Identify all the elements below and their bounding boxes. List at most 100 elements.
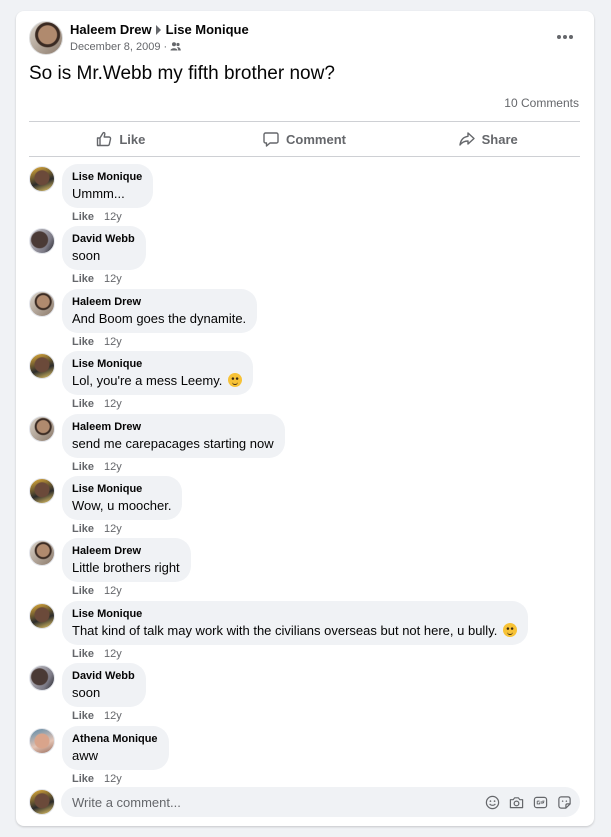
- comment-time[interactable]: 12y: [104, 585, 122, 597]
- comment-author[interactable]: Lise Monique: [72, 608, 517, 621]
- comment-actions: Like 12y: [72, 585, 122, 597]
- comment-time[interactable]: 12y: [104, 710, 122, 722]
- comment-like-button[interactable]: Like: [72, 648, 94, 660]
- comment-text: soon: [72, 248, 101, 263]
- comment-time[interactable]: 12y: [104, 773, 122, 785]
- comment-bubble: David Webb soon: [62, 226, 146, 270]
- comment-item: Haleem Drew send me carepacages starting…: [29, 414, 589, 476]
- comment-actions: Like 12y: [72, 461, 122, 473]
- sticker-icon[interactable]: [556, 794, 572, 810]
- comment-bubble: Lise Monique Ummm...: [62, 164, 154, 208]
- comment-avatar[interactable]: [29, 603, 55, 629]
- smile-emoji-icon: [228, 373, 242, 387]
- comment-bubble: Lise Monique Lol, you're a mess Leemy.: [62, 351, 253, 395]
- thumbs-up-icon: [97, 131, 112, 147]
- comment-like-button[interactable]: Like: [72, 461, 94, 473]
- comment-avatar[interactable]: [29, 353, 55, 379]
- comment-actions: Like 12y: [72, 710, 122, 722]
- comment-like-button[interactable]: Like: [72, 523, 94, 535]
- comment-author[interactable]: Athena Monique: [72, 733, 158, 746]
- post-author[interactable]: Haleem Drew: [70, 22, 152, 37]
- comment-actions: Like 12y: [72, 648, 122, 660]
- comment-text: Little brothers right: [72, 560, 180, 575]
- comment-avatar[interactable]: [29, 665, 55, 691]
- comment-author[interactable]: Haleem Drew: [72, 421, 274, 434]
- comment-like-button[interactable]: Like: [72, 273, 94, 285]
- comment-time[interactable]: 12y: [104, 648, 122, 660]
- comment-bubble: David Webb soon: [62, 663, 146, 707]
- comment-like-button[interactable]: Like: [72, 336, 94, 348]
- author-avatar[interactable]: [29, 21, 63, 55]
- comment-avatar[interactable]: [29, 416, 55, 442]
- gif-icon[interactable]: [532, 794, 548, 810]
- comment-item: Haleem Drew Little brothers right Like 12…: [29, 538, 589, 600]
- meta-separator: ·: [163, 41, 168, 53]
- comment-text: soon: [72, 685, 101, 700]
- share-button[interactable]: Share: [396, 122, 580, 156]
- post-recipient[interactable]: Lise Monique: [166, 22, 249, 37]
- comment-item: Haleem Drew And Boom goes the dynamite. …: [29, 289, 589, 351]
- comment-time[interactable]: 12y: [104, 273, 122, 285]
- comment-author[interactable]: David Webb: [72, 670, 135, 683]
- comment-like-button[interactable]: Like: [72, 398, 94, 410]
- comment-author[interactable]: Lise Monique: [72, 171, 142, 184]
- comment-avatar[interactable]: [29, 228, 55, 254]
- comment-actions: Like 12y: [72, 273, 122, 285]
- comment-time[interactable]: 12y: [104, 398, 122, 410]
- comment-like-button[interactable]: Like: [72, 710, 94, 722]
- comment-like-button[interactable]: Like: [72, 773, 94, 785]
- comment-time[interactable]: 12y: [104, 461, 122, 473]
- comment-like-button[interactable]: Like: [72, 585, 94, 597]
- comment-text: send me carepacages starting now: [72, 436, 274, 451]
- comment-text: aww: [72, 748, 99, 763]
- post-date[interactable]: December 8, 2009: [70, 41, 161, 53]
- comments-count[interactable]: 10 Comments: [504, 96, 579, 110]
- comment-item: Lise Monique Lol, you're a mess Leemy. L…: [29, 351, 589, 413]
- comment-author[interactable]: David Webb: [72, 233, 135, 246]
- comment-text-row: That kind of talk may work with the civi…: [72, 623, 517, 639]
- comment-text-row: Lol, you're a mess Leemy.: [72, 373, 242, 389]
- comment-author[interactable]: Haleem Drew: [72, 296, 246, 309]
- comment-avatar[interactable]: [29, 478, 55, 504]
- comment-composer: [29, 787, 580, 817]
- emoji-icon[interactable]: [484, 794, 500, 810]
- more-options-button[interactable]: [556, 29, 576, 45]
- comment-actions: Like 12y: [72, 211, 122, 223]
- comment-actions: Like 12y: [72, 523, 122, 535]
- comment-avatar[interactable]: [29, 291, 55, 317]
- comment-time[interactable]: 12y: [104, 336, 122, 348]
- comment-time[interactable]: 12y: [104, 211, 122, 223]
- comment-avatar[interactable]: [29, 540, 55, 566]
- post-author-line: Haleem Drew Lise Monique: [70, 22, 249, 37]
- comment-like-button[interactable]: Like: [72, 211, 94, 223]
- comment-icon: [263, 132, 279, 147]
- comment-item: Lise Monique That kind of talk may work …: [29, 601, 589, 663]
- comment-item: David Webb soon Like 12y: [29, 226, 589, 288]
- comment-bubble: Lise Monique Wow, u moocher.: [62, 476, 183, 520]
- comment-bubble: Haleem Drew Little brothers right: [62, 538, 191, 582]
- comment-actions: Like 12y: [72, 398, 122, 410]
- post-action-bar: Like Comment Share: [29, 121, 580, 157]
- comment-avatar[interactable]: [29, 728, 55, 754]
- comment-author[interactable]: Lise Monique: [72, 358, 242, 371]
- comment-avatar[interactable]: [29, 166, 55, 192]
- comment-time[interactable]: 12y: [104, 523, 122, 535]
- share-icon: [458, 132, 475, 146]
- comment-text: That kind of talk may work with the civi…: [72, 623, 498, 638]
- comment-bubble: Lise Monique That kind of talk may work …: [62, 601, 528, 645]
- comment-item: Lise Monique Wow, u moocher. Like 12y: [29, 476, 589, 538]
- camera-icon[interactable]: [508, 794, 524, 810]
- post-card: Haleem Drew Lise Monique December 8, 2009…: [16, 11, 594, 826]
- comment-author[interactable]: Haleem Drew: [72, 545, 180, 558]
- comment-button[interactable]: Comment: [213, 122, 397, 156]
- comment-author[interactable]: Lise Monique: [72, 483, 171, 496]
- comment-text: And Boom goes the dynamite.: [72, 311, 247, 326]
- like-button[interactable]: Like: [29, 122, 213, 156]
- composer-icons: [484, 794, 572, 810]
- comment-actions: Like 12y: [72, 336, 122, 348]
- friends-icon: [170, 42, 181, 51]
- comment-text: Ummm...: [72, 186, 125, 201]
- post-meta: December 8, 2009 ·: [70, 41, 181, 53]
- comment-button-label: Comment: [286, 131, 346, 147]
- comment-text: Lol, you're a mess Leemy.: [72, 373, 223, 388]
